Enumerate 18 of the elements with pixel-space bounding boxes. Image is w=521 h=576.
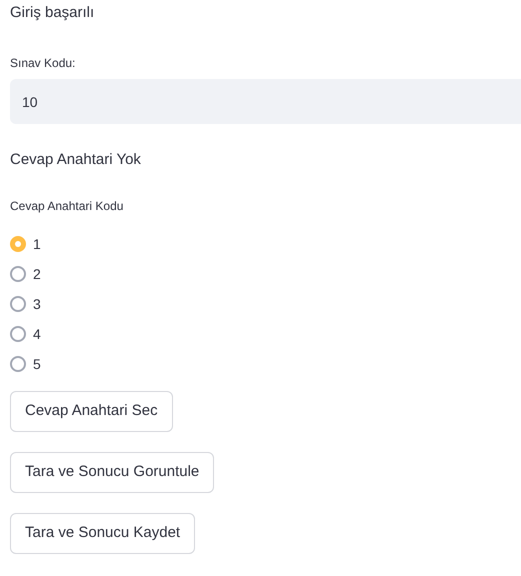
radio-icon[interactable]	[10, 266, 26, 282]
radio-option[interactable]: 2	[10, 259, 521, 289]
action-button[interactable]: Tara ve Sonucu Kaydet	[10, 513, 196, 554]
radio-option[interactable]: 3	[10, 289, 521, 319]
radio-icon[interactable]	[10, 356, 26, 372]
action-button[interactable]: Cevap Anahtari Sec	[10, 391, 173, 432]
exam-code-field[interactable]: 10	[10, 79, 521, 124]
radio-icon[interactable]	[10, 236, 26, 252]
field-label: Sınav Kodu:	[10, 55, 76, 72]
radio-option[interactable]: 1	[10, 229, 521, 259]
field-label: Cevap Anahtari Kodu	[10, 198, 124, 215]
action-button[interactable]: Tara ve Sonucu Goruntule	[10, 452, 214, 493]
status-text: Cevap Anahtari Yok	[10, 150, 142, 170]
login-message: Giriş başarılı	[10, 3, 96, 22]
radio-icon[interactable]	[10, 326, 26, 342]
radio-option[interactable]: 4	[10, 319, 521, 349]
radio-icon[interactable]	[10, 296, 26, 312]
radio-option[interactable]: 5	[10, 349, 521, 379]
